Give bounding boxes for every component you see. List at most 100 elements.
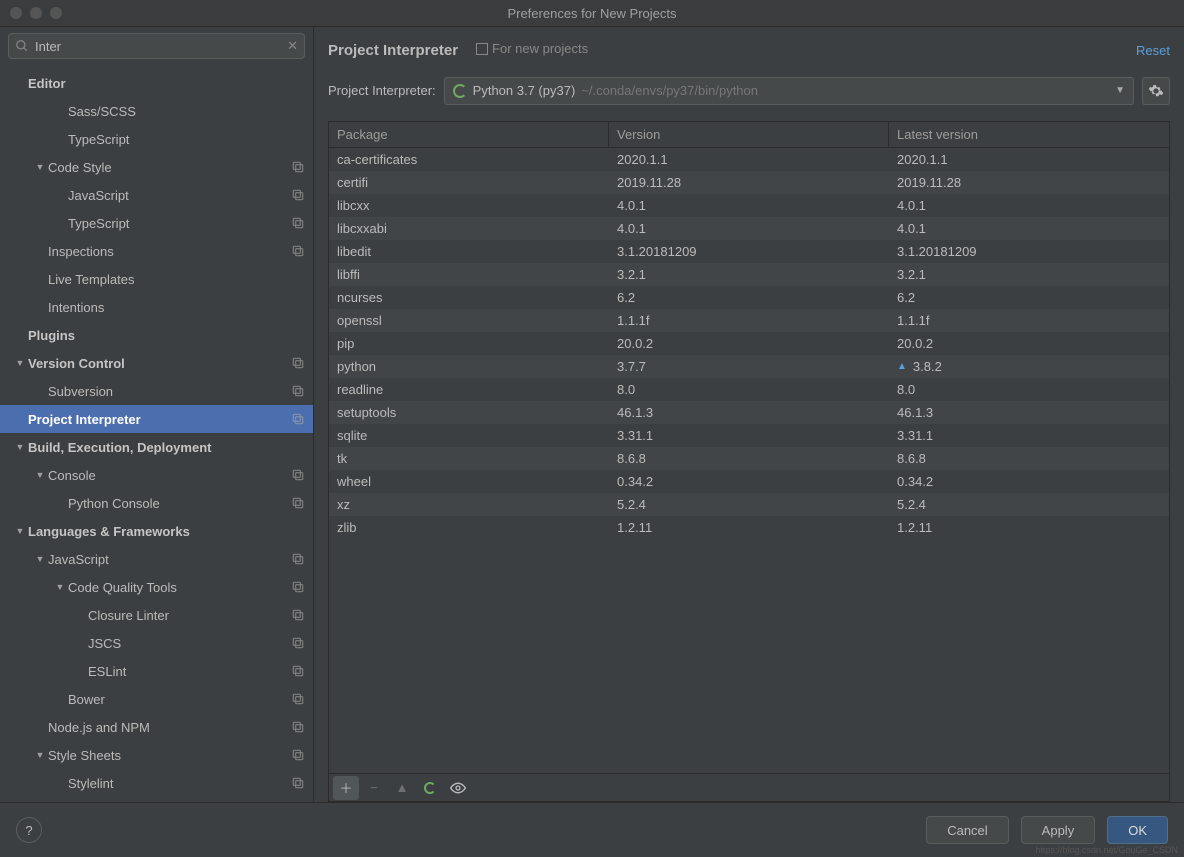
sidebar-item-subversion[interactable]: Subversion xyxy=(0,377,313,405)
sidebar-item-code-style[interactable]: ▼Code Style xyxy=(0,153,313,181)
table-row[interactable]: setuptools46.1.346.1.3 xyxy=(329,401,1169,424)
sidebar-item-node-js-and-npm[interactable]: Node.js and NPM xyxy=(0,713,313,741)
table-row[interactable]: python3.7.7▲3.8.2 xyxy=(329,355,1169,378)
sidebar-item-label: TypeScript xyxy=(68,132,305,147)
clear-search-icon[interactable]: ✕ xyxy=(287,38,298,54)
sidebar-item-closure-linter[interactable]: Closure Linter xyxy=(0,601,313,629)
remove-package-button[interactable]: − xyxy=(361,776,387,800)
table-row[interactable]: ncurses6.26.2 xyxy=(329,286,1169,309)
cell-package: readline xyxy=(329,382,609,397)
table-row[interactable]: libffi3.2.13.2.1 xyxy=(329,263,1169,286)
cell-version: 4.0.1 xyxy=(609,198,889,213)
copy-scope-icon xyxy=(291,748,305,762)
cell-latest: 3.1.20181209 xyxy=(889,244,1169,259)
add-package-button[interactable]: ＋ xyxy=(333,776,359,800)
cell-package: libcxxabi xyxy=(329,221,609,236)
minimize-dot[interactable] xyxy=(30,7,42,19)
sidebar-item-version-control[interactable]: ▼Version Control xyxy=(0,349,313,377)
sidebar-item-stylelint[interactable]: Stylelint xyxy=(0,769,313,797)
cell-version: 2019.11.28 xyxy=(609,175,889,190)
sidebar-item-style-sheets[interactable]: ▼Style Sheets xyxy=(0,741,313,769)
cancel-button[interactable]: Cancel xyxy=(926,816,1008,844)
interpreter-label: Project Interpreter: xyxy=(328,83,436,98)
cell-package: libcxx xyxy=(329,198,609,213)
cell-latest: 2019.11.28 xyxy=(889,175,1169,190)
table-row[interactable]: tk8.6.88.6.8 xyxy=(329,447,1169,470)
copy-scope-icon xyxy=(291,468,305,482)
copy-scope-icon xyxy=(291,384,305,398)
col-version[interactable]: Version xyxy=(609,122,889,147)
close-dot[interactable] xyxy=(10,7,22,19)
sidebar-item-code-quality-tools[interactable]: ▼Code Quality Tools xyxy=(0,573,313,601)
sidebar-item-label: Bower xyxy=(68,692,291,707)
col-latest[interactable]: Latest version xyxy=(889,122,1169,147)
table-row[interactable]: xz5.2.45.2.4 xyxy=(329,493,1169,516)
sidebar-item-live-templates[interactable]: Live Templates xyxy=(0,265,313,293)
sidebar-item-javascript[interactable]: ▼JavaScript xyxy=(0,545,313,573)
table-row[interactable]: libcxxabi4.0.14.0.1 xyxy=(329,217,1169,240)
cell-latest: 0.34.2 xyxy=(889,474,1169,489)
copy-scope-icon xyxy=(291,216,305,230)
cell-latest: 8.0 xyxy=(889,382,1169,397)
sidebar-item-label: JavaScript xyxy=(68,188,291,203)
table-row[interactable]: openssl1.1.1f1.1.1f xyxy=(329,309,1169,332)
reset-link[interactable]: Reset xyxy=(1136,43,1170,58)
upgrade-package-button[interactable]: ▲ xyxy=(389,776,415,800)
interpreter-dropdown[interactable]: Python 3.7 (py37) ~/.conda/envs/py37/bin… xyxy=(444,77,1134,105)
sidebar-item-typescript[interactable]: TypeScript xyxy=(0,125,313,153)
show-packages-button[interactable] xyxy=(445,776,471,800)
copy-scope-icon xyxy=(291,412,305,426)
table-header: Package Version Latest version xyxy=(329,122,1169,148)
apply-button[interactable]: Apply xyxy=(1021,816,1096,844)
sidebar-item-languages-frameworks[interactable]: ▼Languages & Frameworks xyxy=(0,517,313,545)
copy-scope-icon xyxy=(291,356,305,370)
table-row[interactable]: pip20.0.220.0.2 xyxy=(329,332,1169,355)
cell-version: 2020.1.1 xyxy=(609,152,889,167)
sidebar-item-sass-scss[interactable]: Sass/SCSS xyxy=(0,97,313,125)
window-controls[interactable] xyxy=(10,7,62,19)
ok-button[interactable]: OK xyxy=(1107,816,1168,844)
cell-package: ncurses xyxy=(329,290,609,305)
sidebar-item-inspections[interactable]: Inspections xyxy=(0,237,313,265)
sidebar-item-jscs[interactable]: JSCS xyxy=(0,629,313,657)
search-input[interactable] xyxy=(35,39,281,54)
copy-scope-icon xyxy=(291,664,305,678)
sidebar-item-python-console[interactable]: Python Console xyxy=(0,489,313,517)
cell-latest: 4.0.1 xyxy=(889,221,1169,236)
disclosure-triangle-icon: ▼ xyxy=(54,582,66,592)
cell-package: zlib xyxy=(329,520,609,535)
zoom-dot[interactable] xyxy=(50,7,62,19)
cell-package: libedit xyxy=(329,244,609,259)
table-row[interactable]: ca-certificates2020.1.12020.1.1 xyxy=(329,148,1169,171)
sidebar-item-console[interactable]: ▼Console xyxy=(0,461,313,489)
table-row[interactable]: libcxx4.0.14.0.1 xyxy=(329,194,1169,217)
sidebar-item-typescript[interactable]: TypeScript xyxy=(0,209,313,237)
sidebar-item-label: Stylelint xyxy=(68,776,291,791)
cell-latest: 3.31.1 xyxy=(889,428,1169,443)
upgrade-available-icon: ▲ xyxy=(897,361,907,372)
sidebar-item-editor[interactable]: Editor xyxy=(0,69,313,97)
table-row[interactable]: sqlite3.31.13.31.1 xyxy=(329,424,1169,447)
table-row[interactable]: readline8.08.0 xyxy=(329,378,1169,401)
sidebar-item-plugins[interactable]: Plugins xyxy=(0,321,313,349)
sidebar-item-build-execution-deployment[interactable]: ▼Build, Execution, Deployment xyxy=(0,433,313,461)
table-row[interactable]: certifi2019.11.282019.11.28 xyxy=(329,171,1169,194)
col-package[interactable]: Package xyxy=(329,122,609,147)
sidebar-item-project-interpreter[interactable]: Project Interpreter xyxy=(0,405,313,433)
table-row[interactable]: zlib1.2.111.2.11 xyxy=(329,516,1169,539)
help-button[interactable]: ? xyxy=(16,817,42,843)
gear-icon xyxy=(1148,83,1164,99)
sidebar-item-intentions[interactable]: Intentions xyxy=(0,293,313,321)
loading-ring-icon xyxy=(453,84,467,98)
search-box[interactable]: ✕ xyxy=(8,33,305,59)
sidebar-item-javascript[interactable]: JavaScript xyxy=(0,181,313,209)
refresh-button[interactable] xyxy=(417,776,443,800)
disclosure-triangle-icon: ▼ xyxy=(14,526,26,536)
interpreter-settings-button[interactable] xyxy=(1142,77,1170,105)
sidebar-item-bower[interactable]: Bower xyxy=(0,685,313,713)
sidebar-item-label: Plugins xyxy=(28,328,305,343)
table-row[interactable]: wheel0.34.20.34.2 xyxy=(329,470,1169,493)
table-row[interactable]: libedit3.1.201812093.1.20181209 xyxy=(329,240,1169,263)
sidebar-item-eslint[interactable]: ESLint xyxy=(0,657,313,685)
sidebar-item-label: Node.js and NPM xyxy=(48,720,291,735)
